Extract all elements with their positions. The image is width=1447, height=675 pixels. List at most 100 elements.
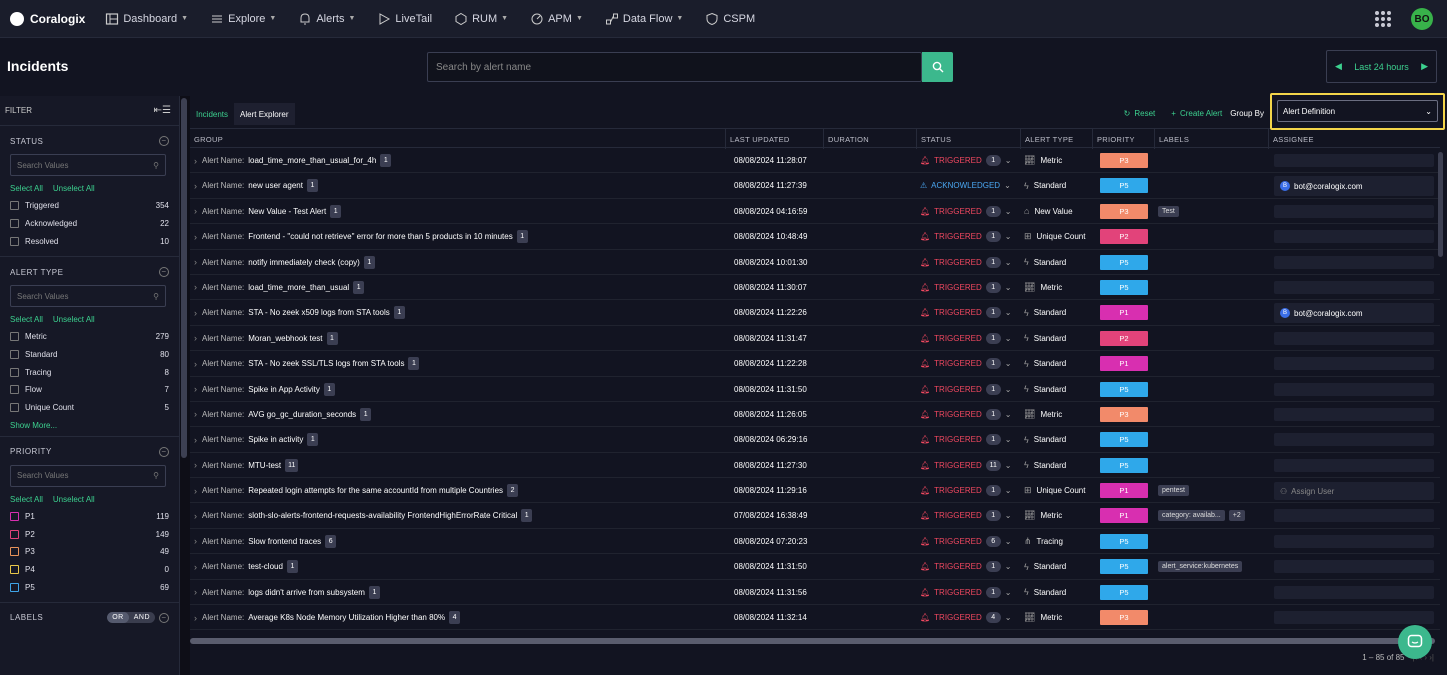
filter-option[interactable]: Standard 80 <box>10 346 169 364</box>
checkbox[interactable] <box>10 403 19 413</box>
priority-badge[interactable]: P1 <box>1100 356 1148 372</box>
assignee-cell[interactable] <box>1274 204 1434 218</box>
status-cell[interactable]: 🔔︎ TRIGGERED 1 ⌄ <box>920 377 1011 402</box>
reset-button[interactable]: ↻ Reset <box>1124 109 1156 118</box>
status-cell[interactable]: ⚠ ACKNOWLEDGED ⌄ <box>920 173 1011 198</box>
alert-name[interactable]: STA - No zeek x509 logs from STA tools <box>248 308 390 317</box>
priority-badge[interactable]: P5 <box>1100 432 1148 448</box>
priority-badge[interactable]: P3 <box>1100 610 1148 626</box>
alert-name[interactable]: logs didn't arrive from subsystem <box>248 588 365 597</box>
label-chip[interactable]: +2 <box>1228 510 1245 522</box>
expand-chevron-icon[interactable]: › <box>194 453 197 478</box>
table-row[interactable]: › Alert Name: MTU-test 11 08/08/2024 11:27:3… <box>190 453 1440 479</box>
assignee-cell[interactable] <box>1274 407 1434 421</box>
col-labels[interactable]: LABELS <box>1155 129 1269 149</box>
alert-name[interactable]: load_time_more_than_usual_for_4h <box>248 156 376 165</box>
checkbox[interactable] <box>10 564 19 574</box>
status-cell[interactable]: 🔔︎ TRIGGERED 1 ⌄ <box>920 402 1011 427</box>
alert-name[interactable]: Average K8s Node Memory Utilization High… <box>248 613 445 622</box>
nav-alerts[interactable]: Alerts ▼ <box>298 12 355 26</box>
chevron-down-icon[interactable]: ⌄ <box>1005 410 1012 419</box>
priority-badge[interactable]: P1 <box>1100 483 1148 499</box>
table-row[interactable]: › Alert Name: Frontend - "could not retrie… <box>190 224 1440 250</box>
chevron-down-icon[interactable]: ⌄ <box>1005 588 1012 597</box>
chevron-down-icon[interactable]: ⌄ <box>1005 283 1012 292</box>
checkbox[interactable] <box>10 511 19 521</box>
expand-chevron-icon[interactable]: › <box>194 300 197 325</box>
filter-option[interactable]: Acknowledged 22 <box>10 215 169 233</box>
chevron-down-icon[interactable]: ⌄ <box>1004 181 1011 190</box>
expand-chevron-icon[interactable]: › <box>194 199 197 224</box>
col-alert-type[interactable]: ALERT TYPE <box>1021 129 1093 149</box>
status-cell[interactable]: 🔔︎ TRIGGERED 1 ⌄ <box>920 250 1011 275</box>
expand-chevron-icon[interactable]: › <box>194 224 197 249</box>
chevron-down-icon[interactable]: ⌄ <box>1005 232 1012 241</box>
priority-badge[interactable]: P5 <box>1100 254 1148 270</box>
assignee-cell[interactable] <box>1274 255 1434 269</box>
priority-badge[interactable]: P2 <box>1100 330 1148 346</box>
chevron-down-icon[interactable]: ⌄ <box>1005 486 1012 495</box>
filter-option[interactable]: P2 149 <box>10 525 169 543</box>
create-alert-button[interactable]: + Create Alert <box>1171 109 1222 118</box>
table-vertical-scrollbar[interactable] <box>1438 152 1443 257</box>
chat-support-button[interactable] <box>1398 625 1432 659</box>
select-all-link[interactable]: Select All <box>10 495 43 504</box>
expand-chevron-icon[interactable]: › <box>194 173 197 198</box>
nav-data-flow[interactable]: Data Flow ▼ <box>605 12 683 26</box>
table-row[interactable]: › Alert Name: logs didn't arrive from subs… <box>190 580 1440 606</box>
col-assignee[interactable]: ASSIGNEE <box>1269 129 1440 149</box>
priority-badge[interactable]: P1 <box>1100 305 1148 321</box>
chevron-down-icon[interactable]: ⌄ <box>1005 435 1012 444</box>
assignee-cell[interactable] <box>1274 585 1434 599</box>
chevron-down-icon[interactable]: ⌄ <box>1005 537 1012 546</box>
col-status[interactable]: STATUS <box>917 129 1021 149</box>
table-row[interactable]: › Alert Name: STA - No zeek SSL/TLS logs f… <box>190 351 1440 377</box>
status-cell[interactable]: 🔔︎ TRIGGERED 1 ⌄ <box>920 478 1011 503</box>
status-cell[interactable]: 🔔︎ TRIGGERED 1 ⌄ <box>920 503 1011 528</box>
search-button[interactable] <box>922 52 953 82</box>
label-chip[interactable]: pentest <box>1158 485 1189 497</box>
alert-search-input[interactable]: Search by alert name <box>427 52 922 82</box>
filter-option[interactable]: Resolved 10 <box>10 232 169 250</box>
label-chip[interactable]: Test <box>1158 205 1179 217</box>
expand-chevron-icon[interactable]: › <box>194 326 197 351</box>
expand-chevron-icon[interactable]: › <box>194 275 197 300</box>
filter-option[interactable]: Tracing 8 <box>10 363 169 381</box>
clear-filter-icon[interactable]: − <box>159 446 169 457</box>
chevron-down-icon[interactable]: ⌄ <box>1005 359 1012 368</box>
nav-explore[interactable]: Explore ▼ <box>210 12 276 26</box>
table-row[interactable]: › Alert Name: load_time_more_than_usual 1 08… <box>190 275 1440 301</box>
label-chip[interactable]: category: availab... <box>1158 510 1225 522</box>
or-option[interactable]: OR <box>107 612 129 624</box>
status-cell[interactable]: 🔔︎ TRIGGERED 1 ⌄ <box>920 351 1011 376</box>
table-row[interactable]: › Alert Name: load_time_more_than_usual_fo… <box>190 148 1440 174</box>
filter-option[interactable]: P3 49 <box>10 543 169 561</box>
chevron-down-icon[interactable]: ⌄ <box>1005 562 1012 571</box>
priority-badge[interactable]: P3 <box>1100 406 1148 422</box>
priority-badge[interactable]: P3 <box>1100 203 1148 219</box>
nav-rum[interactable]: RUM ▼ <box>454 12 508 26</box>
unselect-all-link[interactable]: Unselect All <box>53 184 95 193</box>
status-cell[interactable]: 🔔︎ TRIGGERED 1 ⌄ <box>920 326 1011 351</box>
alert-name[interactable]: Slow frontend traces <box>248 537 321 546</box>
assignee-cell[interactable] <box>1274 433 1434 447</box>
status-cell[interactable]: 🔔︎ TRIGGERED 1 ⌄ <box>920 199 1011 224</box>
filter-option[interactable]: P5 69 <box>10 578 169 596</box>
status-cell[interactable]: 🔔︎ TRIGGERED 1 ⌄ <box>920 300 1011 325</box>
expand-chevron-icon[interactable]: › <box>194 377 197 402</box>
table-row[interactable]: › Alert Name: AVG go_gc_duration_seconds 1 0… <box>190 402 1440 428</box>
table-row[interactable]: › Alert Name: Spike in App Activity 1 08/08/… <box>190 377 1440 402</box>
expand-chevron-icon[interactable]: › <box>194 605 197 630</box>
select-all-link[interactable]: Select All <box>10 184 43 193</box>
expand-chevron-icon[interactable]: › <box>194 351 197 376</box>
brand-logo[interactable]: Coralogix <box>10 11 85 26</box>
table-horizontal-scrollbar[interactable] <box>190 638 1435 644</box>
alert-name[interactable]: New Value - Test Alert <box>248 207 326 216</box>
assignee-cell[interactable] <box>1274 382 1434 396</box>
expand-chevron-icon[interactable]: › <box>194 580 197 605</box>
chevron-down-icon[interactable]: ⌄ <box>1005 334 1012 343</box>
alert-name[interactable]: load_time_more_than_usual <box>248 283 349 292</box>
show-more-link[interactable]: Show More... <box>10 421 169 430</box>
select-all-link[interactable]: Select All <box>10 315 43 324</box>
expand-chevron-icon[interactable]: › <box>194 427 197 452</box>
